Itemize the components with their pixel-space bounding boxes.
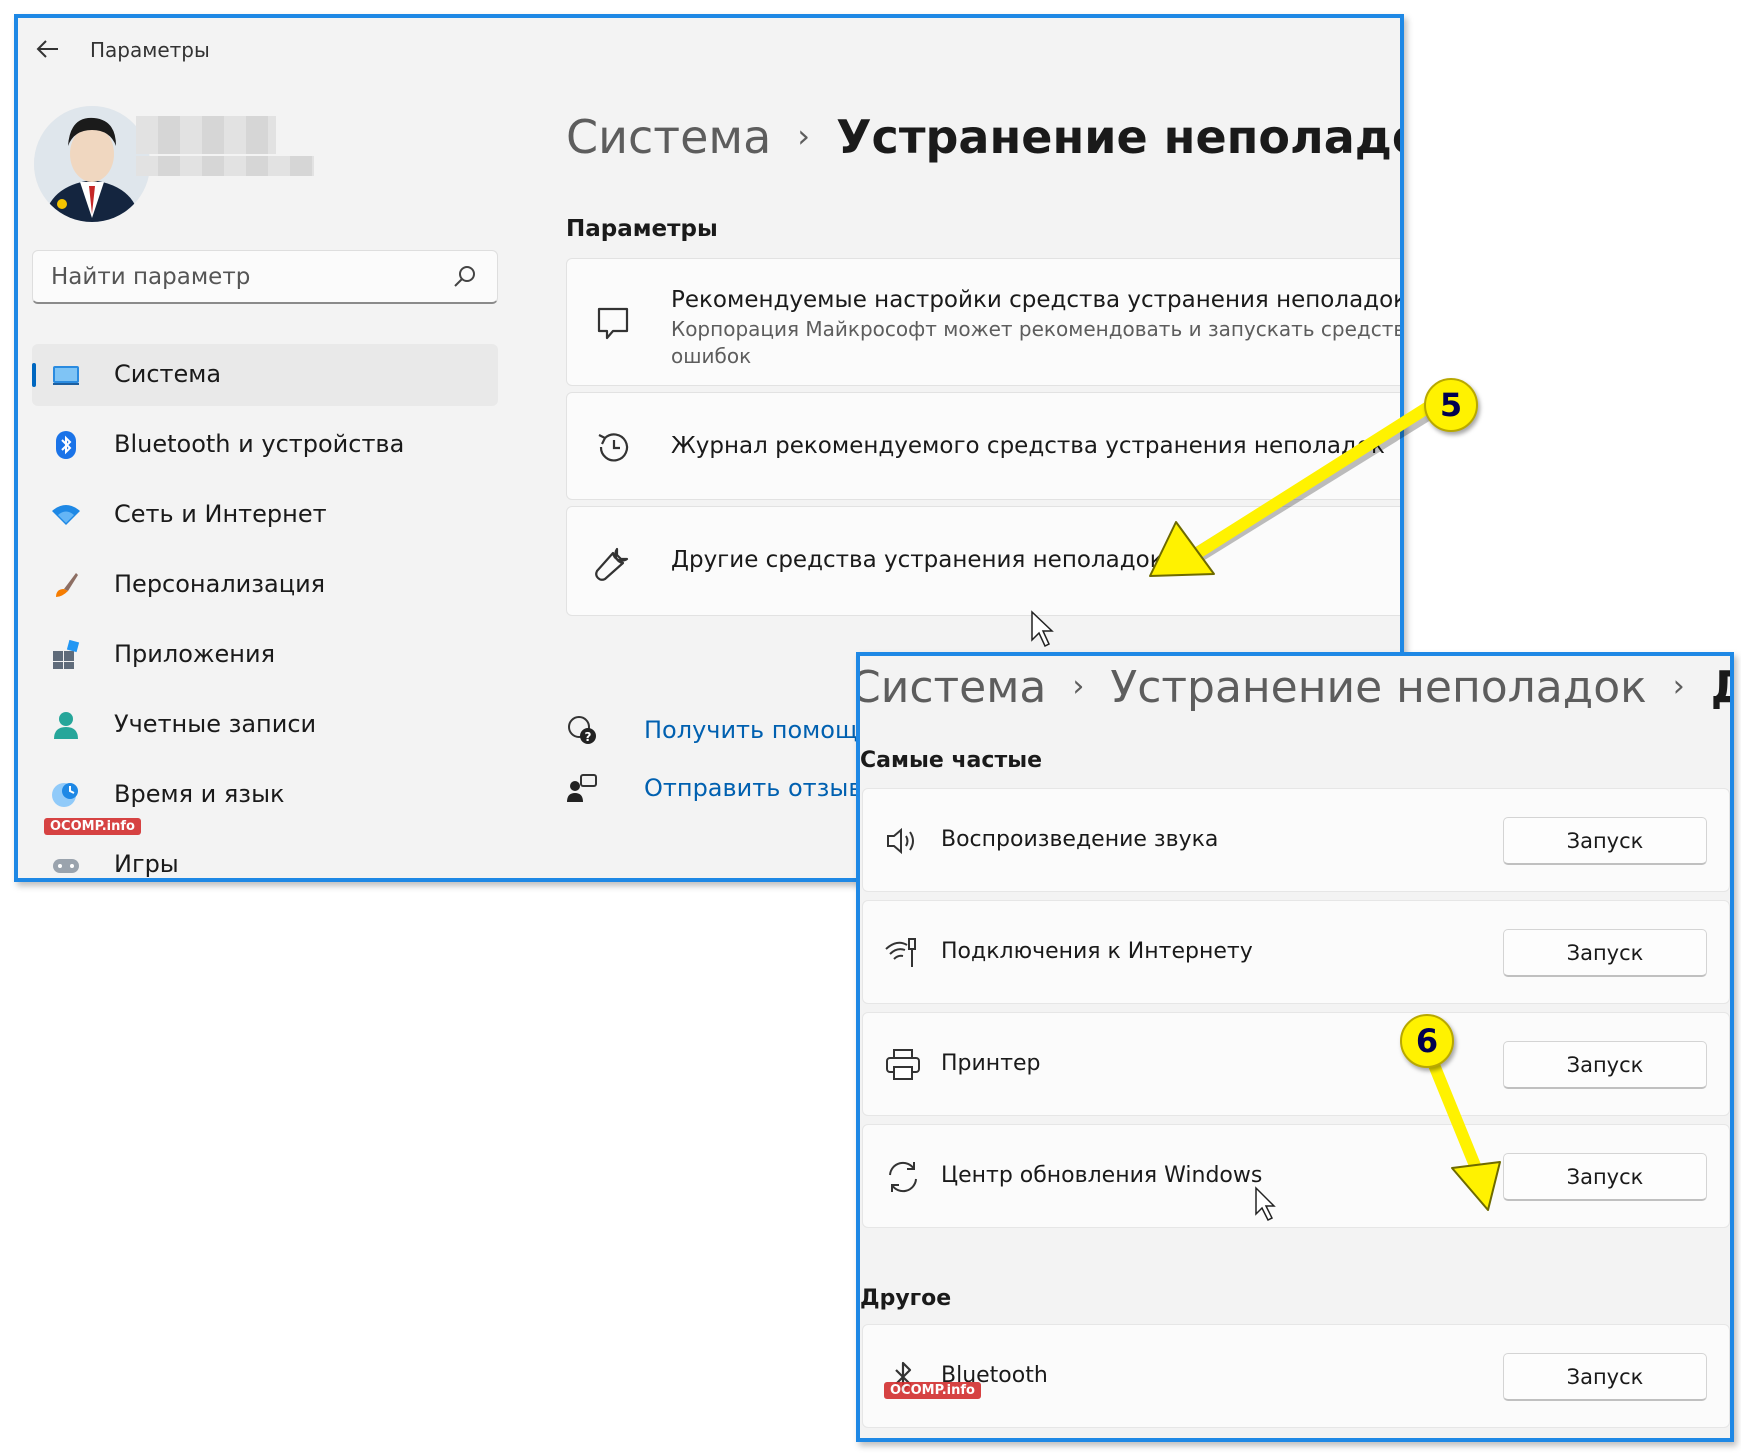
back-arrow-icon[interactable] <box>32 34 62 64</box>
sidebar-item-label: Bluetooth и устройства <box>114 430 405 458</box>
display-icon <box>50 359 82 391</box>
breadcrumb-troubleshoot[interactable]: Устранение неполадок <box>1110 662 1646 713</box>
watermark-logo: OCOMP.info <box>884 1382 981 1399</box>
sidebar-item-apps[interactable]: Приложения <box>32 624 498 686</box>
blurred-username <box>136 116 276 154</box>
group-label-other: Другое <box>860 1286 952 1311</box>
run-button[interactable]: Запуск <box>1503 1153 1707 1201</box>
step-badge-5: 5 <box>1424 378 1478 432</box>
tool-row-internet: Подключения к Интернету Запуск <box>862 900 1730 1004</box>
blurred-email <box>136 156 314 176</box>
search-input[interactable] <box>33 251 497 302</box>
page-title: Устранение неполадок <box>836 110 1404 164</box>
search-box[interactable] <box>32 250 498 304</box>
sidebar-item-label: Персонализация <box>114 570 326 598</box>
history-icon <box>593 427 633 467</box>
tool-label: Воспроизведение звука <box>941 827 1219 852</box>
breadcrumb: Система › Устранение неполадок <box>566 110 1404 164</box>
sidebar-item-label: Игры <box>114 850 179 878</box>
sidebar-item-network[interactable]: Сеть и Интернет <box>32 484 498 546</box>
breadcrumb-separator: › <box>1672 669 1685 704</box>
title-bar: Параметры <box>18 18 1400 80</box>
printer-icon <box>883 1045 923 1085</box>
card-title: Другие средства устранения неполадок <box>671 547 1164 573</box>
sidebar-item-label: Приложения <box>114 640 276 668</box>
run-button[interactable]: Запуск <box>1503 929 1707 977</box>
app-title: Параметры <box>90 38 210 62</box>
speaker-icon <box>883 821 923 861</box>
sidebar-item-time-language[interactable]: Время и язык <box>32 764 498 826</box>
page-title: Други <box>1711 662 1730 713</box>
tool-label: Подключения к Интернету <box>941 939 1253 964</box>
run-button[interactable]: Запуск <box>1503 1041 1707 1089</box>
chat-bubble-icon <box>593 303 633 343</box>
svg-text:?: ? <box>585 730 592 744</box>
person-icon <box>50 709 82 741</box>
card-title: Журнал рекомендуемого средства устранени… <box>671 433 1385 459</box>
tool-row-printer: Принтер Запуск <box>862 1012 1730 1116</box>
tool-label: Принтер <box>941 1051 1041 1076</box>
breadcrumb-system[interactable]: Система <box>860 662 1046 713</box>
section-label-parameters: Параметры <box>566 216 718 242</box>
troubleshooters-window: Система › Устранение неполадок › Други Самые… <box>856 652 1734 1442</box>
apps-icon <box>50 639 82 671</box>
tool-label: Центр обновления Windows <box>941 1163 1263 1188</box>
wifi-signal-icon <box>883 933 923 973</box>
step-badge-6: 6 <box>1400 1014 1454 1068</box>
tool-row-bluetooth: Bluetooth Запуск <box>862 1324 1730 1428</box>
card-troubleshoot-history[interactable]: Журнал рекомендуемого средства устранени… <box>566 392 1400 500</box>
sidebar-item-label: Сеть и Интернет <box>114 500 327 528</box>
card-recommended-settings[interactable]: Рекомендуемые настройки средства устране… <box>566 258 1404 386</box>
brush-icon <box>50 569 82 601</box>
search-icon[interactable] <box>451 263 479 291</box>
sidebar-item-gaming[interactable]: Игры <box>32 834 498 878</box>
send-feedback-link[interactable]: Отправить отзыв <box>644 774 863 802</box>
sidebar-nav: Система Bluetooth и устройства Сеть и Ин… <box>32 344 498 878</box>
globe-clock-icon <box>50 779 82 811</box>
wifi-icon <box>50 499 82 531</box>
card-other-troubleshooters[interactable]: Другие средства устранения неполадок <box>566 506 1400 616</box>
watermark-logo: OCOMP.info <box>44 818 141 835</box>
sidebar-item-label: Время и язык <box>114 780 285 808</box>
group-label-frequent: Самые частые <box>860 748 1043 773</box>
sidebar-item-label: Система <box>114 360 222 388</box>
card-description: ошибок <box>671 344 752 368</box>
bluetooth-icon <box>50 429 82 461</box>
sidebar-item-accounts[interactable]: Учетные записи <box>32 694 498 756</box>
sidebar-item-bluetooth[interactable]: Bluetooth и устройства <box>32 414 498 476</box>
sidebar-item-personalization[interactable]: Персонализация <box>32 554 498 616</box>
card-description: Корпорация Майкрософт может рекомендоват… <box>671 317 1404 341</box>
run-button[interactable]: Запуск <box>1503 1353 1707 1401</box>
sidebar-item-system[interactable]: Система <box>32 344 498 406</box>
help-icon: ? <box>566 714 598 746</box>
breadcrumb-separator: › <box>797 117 811 155</box>
tool-row-windows-update: Центр обновления Windows Запуск <box>862 1124 1730 1228</box>
tool-row-audio: Воспроизведение звука Запуск <box>862 788 1730 892</box>
feedback-icon <box>566 772 598 804</box>
avatar[interactable] <box>34 106 150 222</box>
gamepad-icon <box>50 849 82 878</box>
breadcrumb-separator: › <box>1072 669 1085 704</box>
wrench-icon <box>593 543 633 583</box>
card-title: Рекомендуемые настройки средства устране… <box>671 287 1404 313</box>
refresh-icon <box>883 1157 923 1197</box>
sidebar-item-label: Учетные записи <box>114 710 317 738</box>
run-button[interactable]: Запуск <box>1503 817 1707 865</box>
get-help-link[interactable]: Получить помощь <box>644 716 872 744</box>
breadcrumb: Система › Устранение неполадок › Други <box>860 662 1730 713</box>
breadcrumb-parent[interactable]: Система <box>566 110 771 164</box>
